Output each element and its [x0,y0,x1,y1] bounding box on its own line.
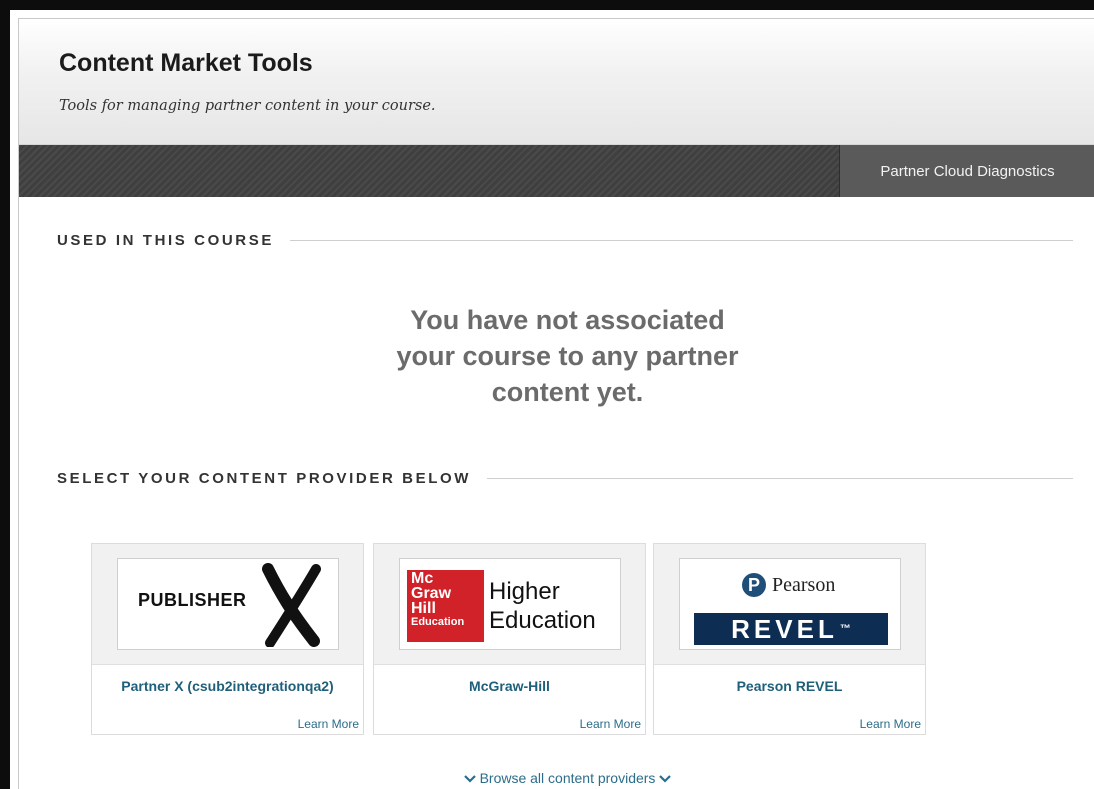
section-divider [486,478,1073,479]
provider-card-mcgraw-hill[interactable]: Mc Graw Hill Education Higher Education … [373,543,646,735]
trademark-mark: ™ [839,623,851,635]
learn-more-link[interactable]: Learn More [298,717,359,731]
card-logo-area: PUBLISHER [92,544,363,665]
empty-message-line: You have not associated [410,305,725,335]
learn-more-link[interactable]: Learn More [860,717,921,731]
revel-wordmark: REVEL ™ [694,613,888,645]
revel-text: REVEL [731,613,838,644]
app-window: Content Market Tools Tools for managing … [0,0,1094,789]
provider-card-pearson-revel[interactable]: P Pearson REVEL ™ Pearson REVEL Learn Mor… [653,543,926,735]
tagline-line: Higher [489,578,560,605]
logo-line: Hill [411,600,436,617]
tagline-line: Education [489,607,596,634]
window-border-top [0,0,1094,10]
browse-label: Browse all content providers [479,770,656,786]
page-title: Content Market Tools [59,49,313,77]
chevron-down-icon [659,775,672,783]
logo-line: Graw [411,585,452,602]
empty-state-message: You have not associated your course to a… [1,302,1094,410]
logo-line: Education [411,616,465,628]
pearson-wordmark: Pearson [772,573,836,596]
provider-name-link[interactable]: Partner X (csub2integrationqa2) [92,678,363,694]
logo-wordmark: PUBLISHER [138,590,247,610]
publisher-x-logo: PUBLISHER [117,558,339,650]
used-in-course-heading: USED IN THIS COURSE [57,232,1073,249]
content-panel: Content Market Tools Tools for managing … [18,18,1094,789]
page-subtitle: Tools for managing partner content in yo… [59,98,436,114]
mgh-red-block: Mc Graw Hill Education [407,570,484,642]
page-header: Content Market Tools Tools for managing … [19,19,1094,145]
provider-card-partner-x[interactable]: PUBLISHER Partner X (csub2integrationqa2… [91,543,364,735]
section-label: SELECT YOUR CONTENT PROVIDER BELOW [57,470,471,487]
logo-tagline: Higher Education [489,577,596,635]
pearson-brand: P Pearson [742,573,835,597]
empty-message-line: your course to any partner [396,341,739,371]
action-toolbar: Partner Cloud Diagnostics [19,145,1094,197]
partner-cloud-diagnostics-button[interactable]: Partner Cloud Diagnostics [839,145,1094,197]
select-provider-heading: SELECT YOUR CONTENT PROVIDER BELOW [57,470,1073,487]
x-mark-icon [262,563,321,647]
mcgraw-hill-logo: Mc Graw Hill Education Higher Education [399,558,621,650]
logo-line: Mc [411,570,434,587]
card-logo-area: Mc Graw Hill Education Higher Education [374,544,645,665]
card-logo-area: P Pearson REVEL ™ [654,544,925,665]
browse-all-providers-link[interactable]: Browse all content providers [1,770,1094,786]
learn-more-link[interactable]: Learn More [580,717,641,731]
section-divider [289,240,1073,241]
empty-message-line: content yet. [491,377,644,407]
section-label: USED IN THIS COURSE [57,232,274,249]
pearson-p-icon: P [742,573,766,597]
pearson-revel-logo: P Pearson REVEL ™ [679,558,901,650]
provider-name-link[interactable]: McGraw-Hill [374,678,645,694]
chevron-down-icon [463,775,476,783]
provider-name-link[interactable]: Pearson REVEL [654,678,925,694]
